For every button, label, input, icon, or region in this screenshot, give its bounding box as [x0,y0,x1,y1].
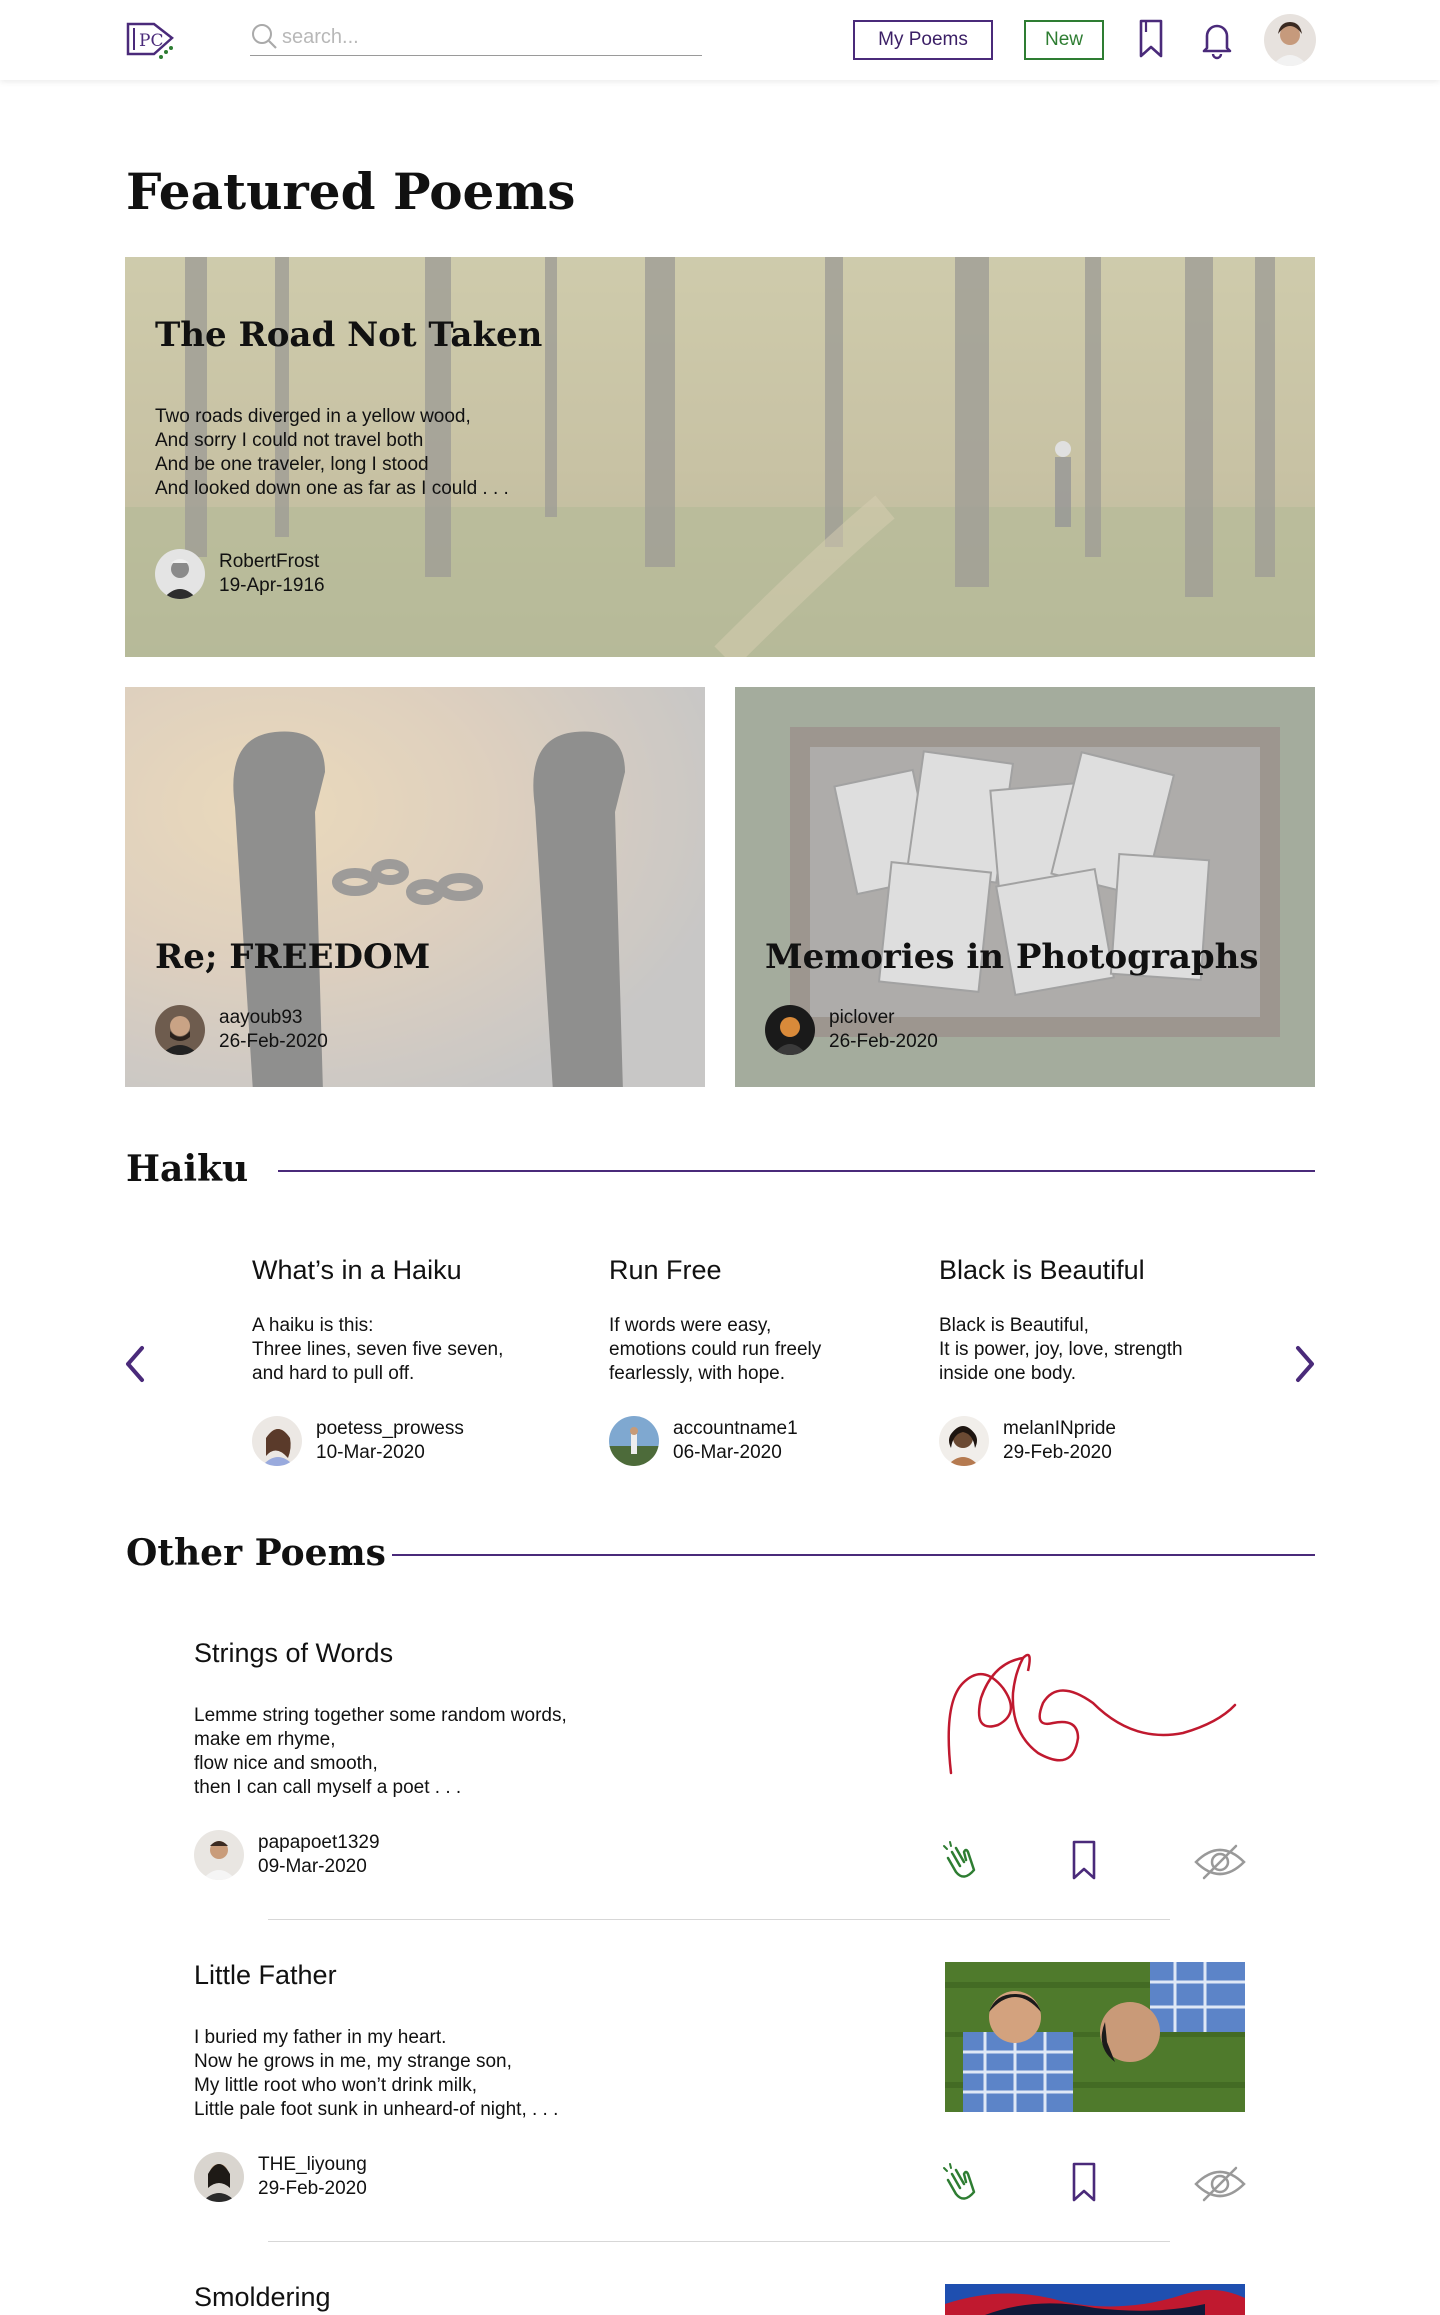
post-date: 29-Feb-2020 [1003,1442,1112,1463]
featured-heading: Featured Poems [126,162,576,221]
eye-off-icon[interactable] [1192,2162,1248,2206]
featured-right-title: Memories in Photographs [765,937,1259,977]
logo-icon[interactable]: PC [124,18,178,62]
eye-off-icon[interactable] [1192,1840,1248,1884]
featured-right-author[interactable]: piclover 26-Feb-2020 [765,1005,938,1055]
section-divider [392,1554,1315,1556]
search-bar [250,20,702,56]
user-avatar[interactable] [1264,14,1316,66]
featured-card-left[interactable]: Re; FREEDOM aayoub93 26-Feb-2020 [125,687,705,1087]
list-divider [268,2241,1170,2242]
author-name: aayoub93 [219,1007,303,1028]
post-date: 29-Feb-2020 [258,2178,367,2199]
haiku-author[interactable]: melanINpride 29-Feb-2020 [939,1416,1239,1466]
haiku-title: What’s in a Haiku [252,1255,462,1285]
post-date: 09-Mar-2020 [258,1856,367,1877]
haiku-title: Black is Beautiful [939,1255,1145,1285]
father-son-image [945,1962,1245,2112]
haiku-card[interactable]: Run Free If words were easy, emotions co… [609,1255,909,1466]
section-divider [278,1170,1315,1172]
author-avatar [155,549,205,599]
post-date: 06-Mar-2020 [673,1442,782,1463]
haiku-card[interactable]: Black is Beautiful Black is Beautiful, I… [939,1255,1239,1466]
author-avatar [194,1830,244,1880]
red-string-image [943,1643,1245,1783]
featured-main-excerpt: Two roads diverged in a yellow wood, And… [155,406,509,499]
haiku-author[interactable]: poetess_prowess 10-Mar-2020 [252,1416,552,1466]
featured-left-title: Re; FREEDOM [155,937,431,977]
haiku-author[interactable]: accountname1 06-Mar-2020 [609,1416,909,1466]
poem-title: Strings of Words [194,1638,394,1668]
search-input[interactable] [282,22,692,52]
author-avatar [252,1416,302,1466]
author-name: poetess_prowess [316,1418,464,1439]
other-poems-heading: Other Poems [126,1532,386,1574]
clap-icon[interactable] [938,2160,982,2204]
svg-text:PC: PC [139,31,163,51]
author-name: accountname1 [673,1418,798,1439]
bookmark-icon[interactable] [1062,1838,1106,1882]
author-avatar [939,1416,989,1466]
post-date: 19-Apr-1916 [219,575,325,596]
new-poem-button[interactable]: New [1024,20,1104,60]
post-date: 26-Feb-2020 [219,1031,328,1052]
featured-card-right[interactable]: Memories in Photographs piclover 26-Feb-… [735,687,1315,1087]
poem-title: Little Father [194,1960,337,1990]
post-date: 26-Feb-2020 [829,1031,938,1052]
search-icon [250,22,278,50]
author-name: melanINpride [1003,1418,1116,1439]
haiku-heading: Haiku [126,1148,249,1190]
poem-author[interactable]: papapoet1329 09-Mar-2020 [194,1830,380,1880]
author-avatar [765,1005,815,1055]
haiku-text: A haiku is this: Three lines, seven five… [252,1315,504,1384]
poem-title: Smoldering [194,2282,331,2312]
author-name: RobertFrost [219,551,320,572]
chevron-right-icon[interactable] [1288,1338,1322,1390]
bookmark-icon[interactable] [1134,18,1170,60]
my-poems-button[interactable]: My Poems [853,20,993,60]
poem-excerpt: Lemme string together some random words,… [194,1705,567,1798]
author-avatar [194,2152,244,2202]
bookmark-icon[interactable] [1062,2160,1106,2204]
bell-icon[interactable] [1199,18,1235,60]
featured-left-author[interactable]: aayoub93 26-Feb-2020 [155,1005,328,1055]
haiku-text: If words were easy, emotions could run f… [609,1315,822,1384]
haiku-card[interactable]: What’s in a Haiku A haiku is this: Three… [252,1255,552,1466]
haiku-title: Run Free [609,1255,722,1285]
featured-main-title: The Road Not Taken [155,315,543,355]
clap-icon[interactable] [938,1838,982,1882]
chevron-left-icon[interactable] [118,1338,152,1390]
author-name: THE_liyoung [258,2154,367,2175]
author-name: papapoet1329 [258,1832,380,1853]
haiku-text: Black is Beautiful, It is power, joy, lo… [939,1315,1183,1384]
featured-card-main[interactable]: The Road Not Taken Two roads diverged in… [125,257,1315,657]
list-divider [268,1919,1170,1920]
smoldering-image [945,2284,1245,2315]
author-avatar [155,1005,205,1055]
author-name: piclover [829,1007,895,1028]
post-date: 10-Mar-2020 [316,1442,425,1463]
poem-author[interactable]: THE_liyoung 29-Feb-2020 [194,2152,367,2202]
top-navigation-bar: PC My Poems New [0,0,1440,80]
author-avatar [609,1416,659,1466]
featured-main-author[interactable]: RobertFrost 19-Apr-1916 [155,549,325,599]
poem-excerpt: I buried my father in my heart. Now he g… [194,2027,559,2120]
